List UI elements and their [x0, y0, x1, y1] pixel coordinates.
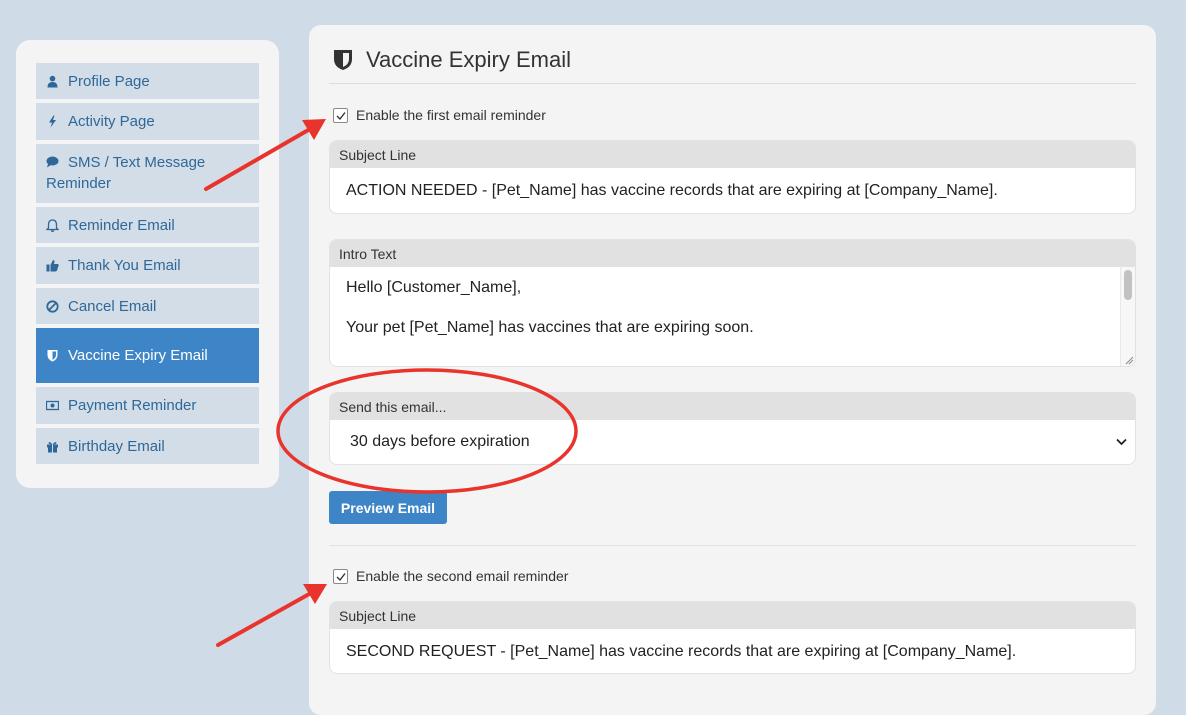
bolt-icon — [49, 115, 56, 128]
title-divider — [329, 83, 1136, 84]
sidebar-item-label: Activity Page — [68, 113, 155, 130]
user-icon — [47, 75, 58, 87]
second-reminder-toggle: Enable the second email reminder — [333, 568, 568, 584]
second-subject-label: Subject Line — [330, 602, 1135, 629]
sidebar-item-thank-you-email[interactable]: Thank You Email — [36, 247, 259, 284]
sidebar-item-activity-page[interactable]: Activity Page — [36, 103, 259, 140]
sidebar-item-payment-reminder[interactable]: Payment Reminder — [36, 387, 259, 424]
send-timing-select[interactable]: 30 days before expiration — [330, 420, 1135, 451]
sidebar-item-label: Profile Page — [68, 72, 150, 90]
ban-icon — [46, 299, 59, 313]
send-timing-label: Send this email... — [330, 393, 1135, 420]
sidebar-item-reminder-email[interactable]: Reminder Email — [36, 207, 259, 243]
intro-text-label: Intro Text — [330, 240, 1135, 267]
second-reminder-label: Enable the second email reminder — [356, 568, 569, 584]
checkmark-icon — [336, 111, 346, 120]
section-divider — [329, 545, 1136, 546]
first-subject-field: Subject Line ACTION NEEDED - [Pet_Name] … — [329, 140, 1136, 214]
page-title: Vaccine Expiry Email — [333, 47, 571, 73]
shield-icon — [47, 350, 58, 362]
intro-line-greeting: Hello [Customer_Name], — [346, 279, 522, 296]
sidebar-item-label: Reminder Email — [68, 216, 175, 234]
page-title-text: Vaccine Expiry Email — [366, 47, 571, 72]
sidebar-item-label: SMS / Text Message Reminder — [46, 154, 206, 192]
thumbs-up-icon — [46, 260, 59, 272]
sidebar-item-sms-reminder[interactable]: SMS / Text Message Reminder — [36, 144, 259, 203]
textarea-scrollbar[interactable] — [1120, 267, 1135, 366]
checkmark-icon — [336, 572, 346, 581]
resize-handle-icon[interactable] — [1124, 355, 1134, 365]
shield-icon — [334, 50, 352, 70]
sidebar-item-label: Birthday Email — [68, 437, 165, 455]
intro-text-field: Intro Text Hello [Customer_Name], Your p… — [329, 239, 1136, 367]
second-reminder-checkbox[interactable] — [333, 568, 348, 584]
second-subject-input[interactable]: SECOND REQUEST - [Pet_Name] has vaccine … — [330, 629, 1135, 661]
intro-text-textarea[interactable]: Hello [Customer_Name], Your pet [Pet_Nam… — [330, 267, 1135, 366]
sidebar-item-vaccine-expiry-email[interactable]: Vaccine Expiry Email — [36, 328, 259, 383]
second-subject-field: Subject Line SECOND REQUEST - [Pet_Name]… — [329, 601, 1136, 674]
first-reminder-label: Enable the first email reminder — [356, 107, 546, 123]
first-subject-input[interactable]: ACTION NEEDED - [Pet_Name] has vaccine r… — [330, 168, 1135, 200]
sidebar-item-label: Thank You Email — [68, 257, 181, 274]
sidebar-item-label: Cancel Email — [68, 297, 157, 315]
money-icon — [46, 400, 59, 411]
send-timing-field: Send this email... 30 days before expira… — [329, 392, 1136, 465]
sidebar-item-profile-page[interactable]: Profile Page — [36, 63, 259, 99]
first-subject-label: Subject Line — [330, 141, 1135, 168]
first-reminder-toggle: Enable the first email reminder — [333, 107, 546, 123]
email-settings-panel: Vaccine Expiry Email Enable the first em… — [309, 25, 1156, 715]
gift-icon — [47, 441, 58, 452]
scrollbar-thumb[interactable] — [1124, 270, 1132, 300]
bell-icon — [46, 218, 59, 232]
sidebar-item-birthday-email[interactable]: Birthday Email — [36, 428, 259, 464]
sidebar-item-label: Vaccine Expiry Email — [68, 347, 208, 364]
preview-email-button[interactable]: Preview Email — [329, 491, 447, 524]
comment-icon — [46, 156, 59, 168]
sidebar-item-label: Payment Reminder — [68, 397, 197, 414]
chevron-down-icon — [1116, 438, 1127, 446]
first-reminder-checkbox[interactable] — [333, 107, 348, 123]
intro-line-body: Your pet [Pet_Name] has vaccines that ar… — [346, 319, 754, 336]
send-timing-value: 30 days before expiration — [350, 433, 530, 450]
sidebar-item-cancel-email[interactable]: Cancel Email — [36, 288, 259, 324]
settings-sidebar: Profile Page Activity Page SMS / Text Me… — [16, 40, 279, 488]
